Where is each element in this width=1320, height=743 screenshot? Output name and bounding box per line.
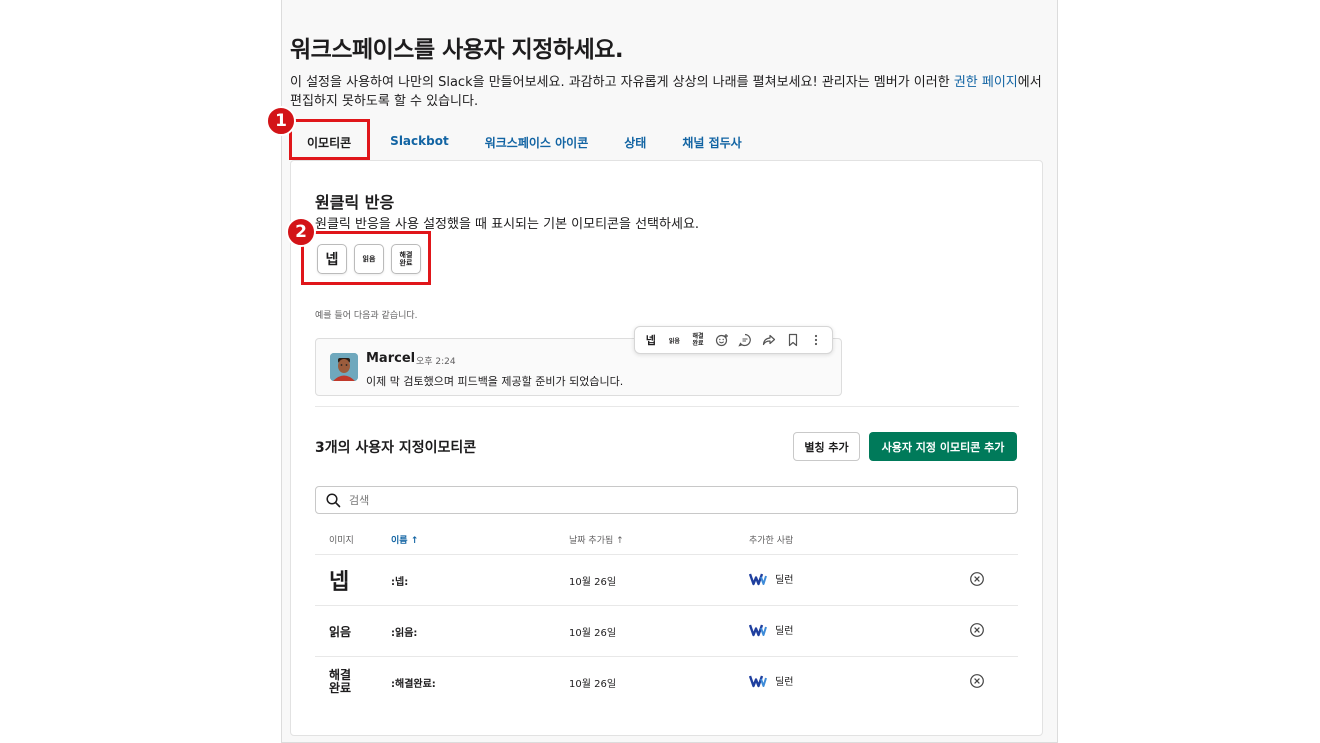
reaction-read-label: 읽음 (668, 337, 680, 345)
emoji-image: 해결 완료 (329, 657, 351, 707)
emoji-settings-card: 원클릭 반응 원클릭 반응을 사용 설정했을 때 표시되는 기본 이모티콘을 선… (286, 160, 1043, 736)
reaction-read[interactable]: 읽음 (664, 330, 684, 350)
emoji-added-by: 딜런 (749, 571, 793, 586)
search-input[interactable] (349, 493, 949, 507)
description-text: 이 설정을 사용하여 나만의 Slack을 만들어보세요. 과감하고 자유롭게 … (290, 75, 954, 90)
reaction-nep-label: 넵 (645, 334, 656, 347)
adder-name[interactable]: 딜런 (775, 571, 793, 586)
tab-workspace-icon[interactable]: 워크스페이스 아이콘 (485, 128, 589, 160)
emoji-name: :읽음: (391, 628, 418, 639)
custom-emoji-count-title: 3개의 사용자 지정이모티콘 (315, 440, 477, 456)
tab-slackbot[interactable]: Slackbot (390, 128, 449, 160)
table-row: 읽음 :읽음: 10월 26일 딜런 (315, 605, 1018, 656)
table-row: 해결 완료 :해결완료: 10월 26일 딜런 (315, 656, 1018, 707)
emoji-added-by: 딜런 (749, 622, 793, 637)
one-click-title: 원클릭 반응 (315, 193, 395, 212)
delete-circle-icon[interactable] (969, 673, 985, 689)
settings-page: 워크스페이스를 사용자 지정하세요. 이 설정을 사용하여 나만의 Slack을… (266, 0, 1058, 743)
message-author[interactable]: Marcel (366, 351, 415, 366)
workspace-logo-icon (749, 573, 767, 585)
permissions-page-link[interactable]: 권한 페이지 (954, 75, 1018, 90)
tab-status[interactable]: 상태 (624, 128, 646, 160)
column-header-date[interactable]: 날짜 추가됨 ↑ (569, 533, 624, 546)
page-title: 워크스페이스를 사용자 지정하세요. (290, 37, 624, 63)
message-time: 오후 2:24 (416, 357, 456, 367)
emoji-image-label: 넵 (329, 570, 350, 595)
adder-name[interactable]: 딜런 (775, 673, 793, 688)
reaction-resolved-top: 해결 (692, 333, 704, 340)
example-label: 예를 들어 다음과 같습니다. (315, 311, 418, 321)
table-row: 넵 :넵: 10월 26일 딜런 (315, 554, 1018, 605)
emoji-added-by: 딜런 (749, 673, 793, 688)
delete-circle-icon[interactable] (969, 571, 985, 587)
emoji-date: 10월 26일 (569, 628, 617, 639)
emoji-image-label: 읽음 (329, 624, 352, 639)
emoji-date: 10월 26일 (569, 679, 617, 690)
share-icon[interactable] (759, 330, 779, 350)
reaction-resolved-bottom: 완료 (692, 340, 704, 347)
emoji-name: :넵: (391, 577, 409, 588)
add-alias-button[interactable]: 별칭 추가 (793, 432, 860, 461)
emoji-name: :해결완료: (391, 679, 436, 690)
column-header-name[interactable]: 이름 ↑ (391, 533, 418, 546)
emoji-image-bottom: 완료 (329, 681, 352, 695)
message-text: 이제 막 검토했으며 피드백을 제공할 준비가 되었습니다. (366, 375, 624, 388)
annotation-badge-2: 2 (286, 217, 316, 247)
emoji-date: 10월 26일 (569, 577, 617, 588)
highlight-box-tab (289, 119, 370, 160)
add-custom-emoji-button[interactable]: 사용자 지정 이모티콘 추가 (869, 432, 1017, 461)
search-icon (326, 492, 341, 507)
reaction-nep[interactable]: 넵 (641, 330, 661, 350)
one-click-description: 원클릭 반응을 사용 설정했을 때 표시되는 기본 이모티콘을 선택하세요. (315, 217, 700, 232)
message-hover-toolbar: 넵 읽음 해결 완료 (634, 326, 833, 354)
section-divider (315, 406, 1019, 407)
emoji-image: 넵 (329, 555, 349, 605)
tab-channel-prefix[interactable]: 채널 접두사 (682, 128, 741, 160)
highlight-box-emojis (301, 231, 431, 285)
page-description: 이 설정을 사용하여 나만의 Slack을 만들어보세요. 과감하고 자유롭게 … (290, 73, 1042, 111)
adder-name[interactable]: 딜런 (775, 622, 793, 637)
workspace-logo-icon (749, 675, 767, 687)
reaction-resolved[interactable]: 해결 완료 (688, 330, 708, 350)
more-icon[interactable] (806, 330, 826, 350)
workspace-logo-icon (749, 624, 767, 636)
delete-circle-icon[interactable] (969, 622, 985, 638)
bookmark-icon[interactable] (783, 330, 803, 350)
column-header-added-by: 추가한 사람 (749, 536, 794, 546)
add-reaction-icon[interactable] (712, 330, 732, 350)
search-box (315, 486, 1018, 514)
reply-thread-icon[interactable] (735, 330, 755, 350)
avatar (330, 353, 358, 381)
emoji-image: 읽음 (329, 606, 351, 656)
column-header-image: 이미지 (329, 536, 354, 546)
annotation-badge-1: 1 (266, 106, 296, 136)
